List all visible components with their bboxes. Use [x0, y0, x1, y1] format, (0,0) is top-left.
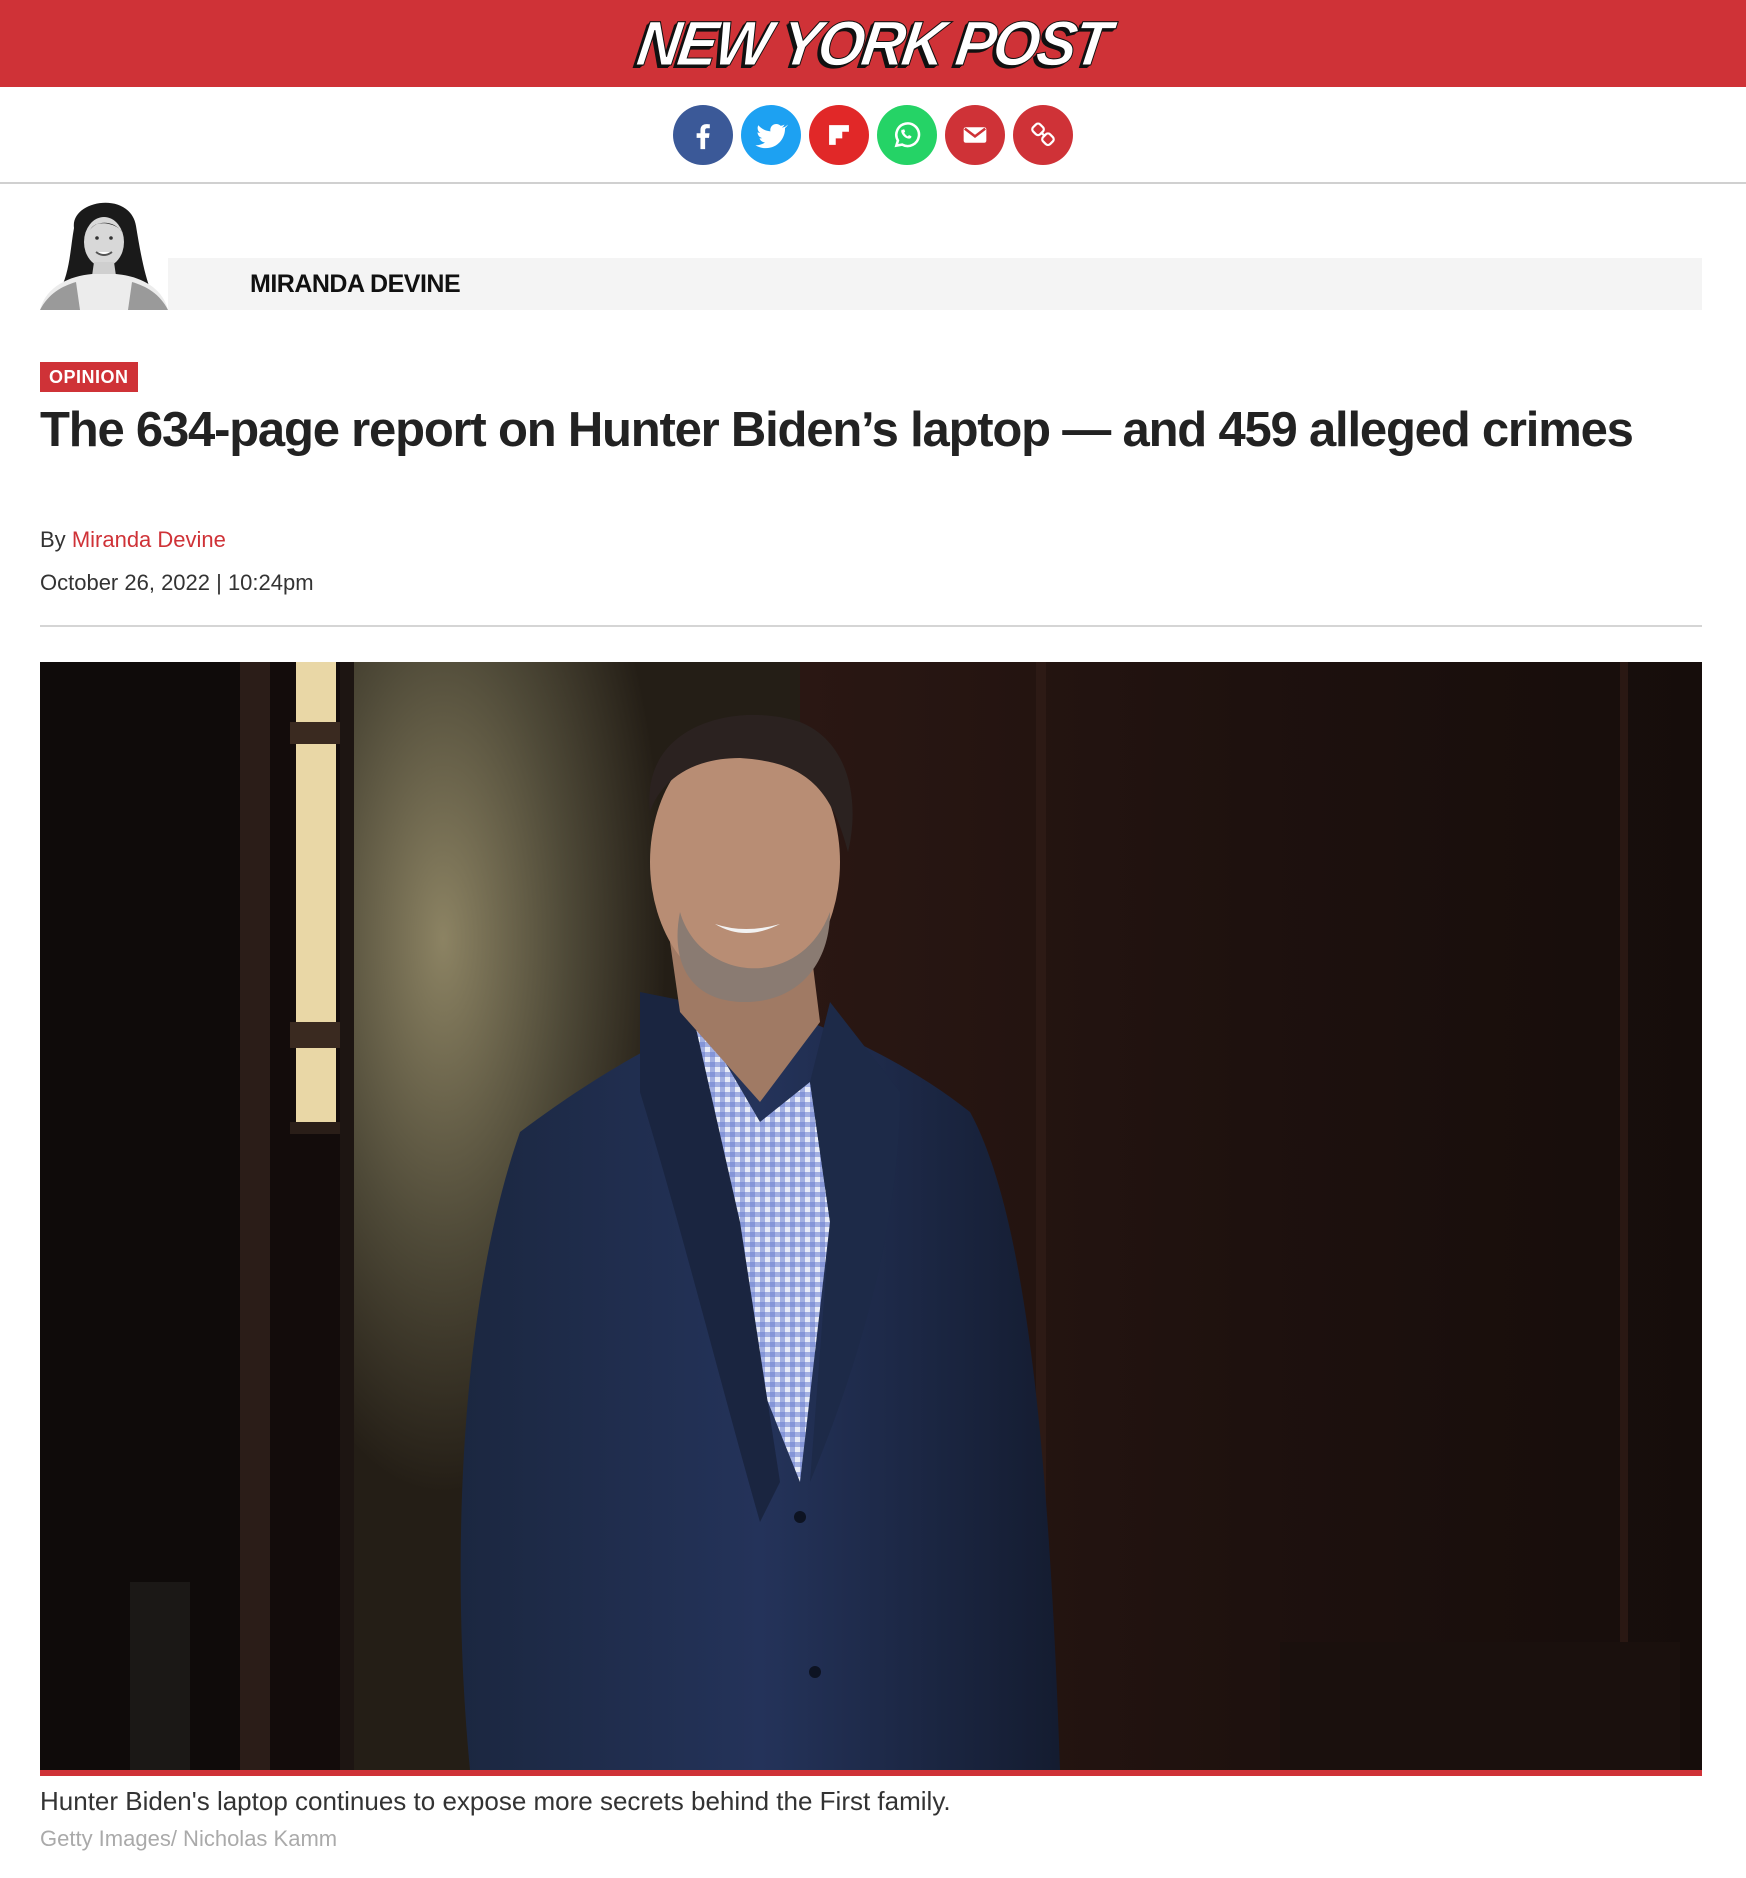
share-bar — [0, 87, 1746, 184]
flipboard-icon — [829, 124, 849, 145]
envelope-icon — [963, 126, 987, 143]
author-name-band: MIRANDA DEVINE — [168, 258, 1702, 310]
author-header: MIRANDA DEVINE — [40, 190, 1702, 310]
article-headline: The 634-page report on Hunter Biden’s la… — [40, 403, 1634, 457]
photo-accent-bar — [40, 1770, 1702, 1776]
email-share-button[interactable] — [945, 104, 1005, 165]
photo-credit: Getty Images/ Nicholas Kamm — [40, 1826, 338, 1851]
byline-author-link[interactable]: Miranda Devine — [72, 527, 226, 552]
twitter-share-button[interactable] — [741, 104, 801, 165]
byline-prefix: By — [40, 527, 66, 552]
twitter-icon — [755, 123, 788, 148]
site-logo[interactable]: NEW YORK POST — [633, 7, 1114, 79]
section-tag[interactable]: OPINION — [40, 362, 138, 392]
photo-caption: Hunter Biden's laptop continues to expos… — [40, 1786, 951, 1816]
author-name[interactable]: MIRANDA DEVINE — [250, 270, 461, 299]
facebook-share-button[interactable] — [673, 104, 733, 165]
masthead: NEW YORK POST — [0, 0, 1746, 87]
whatsapp-icon — [894, 121, 921, 147]
flipboard-share-button[interactable] — [809, 104, 869, 165]
header-divider — [40, 625, 1702, 627]
whatsapp-share-button[interactable] — [877, 104, 937, 165]
facebook-icon — [696, 123, 710, 149]
link-icon — [1031, 121, 1055, 146]
publish-date: October 26, 2022 | 10:24pm — [40, 570, 314, 595]
copy-link-button[interactable] — [1013, 104, 1073, 165]
byline: By Miranda Devine — [40, 527, 226, 553]
lead-photo — [40, 662, 1702, 1770]
author-avatar[interactable] — [40, 190, 168, 310]
